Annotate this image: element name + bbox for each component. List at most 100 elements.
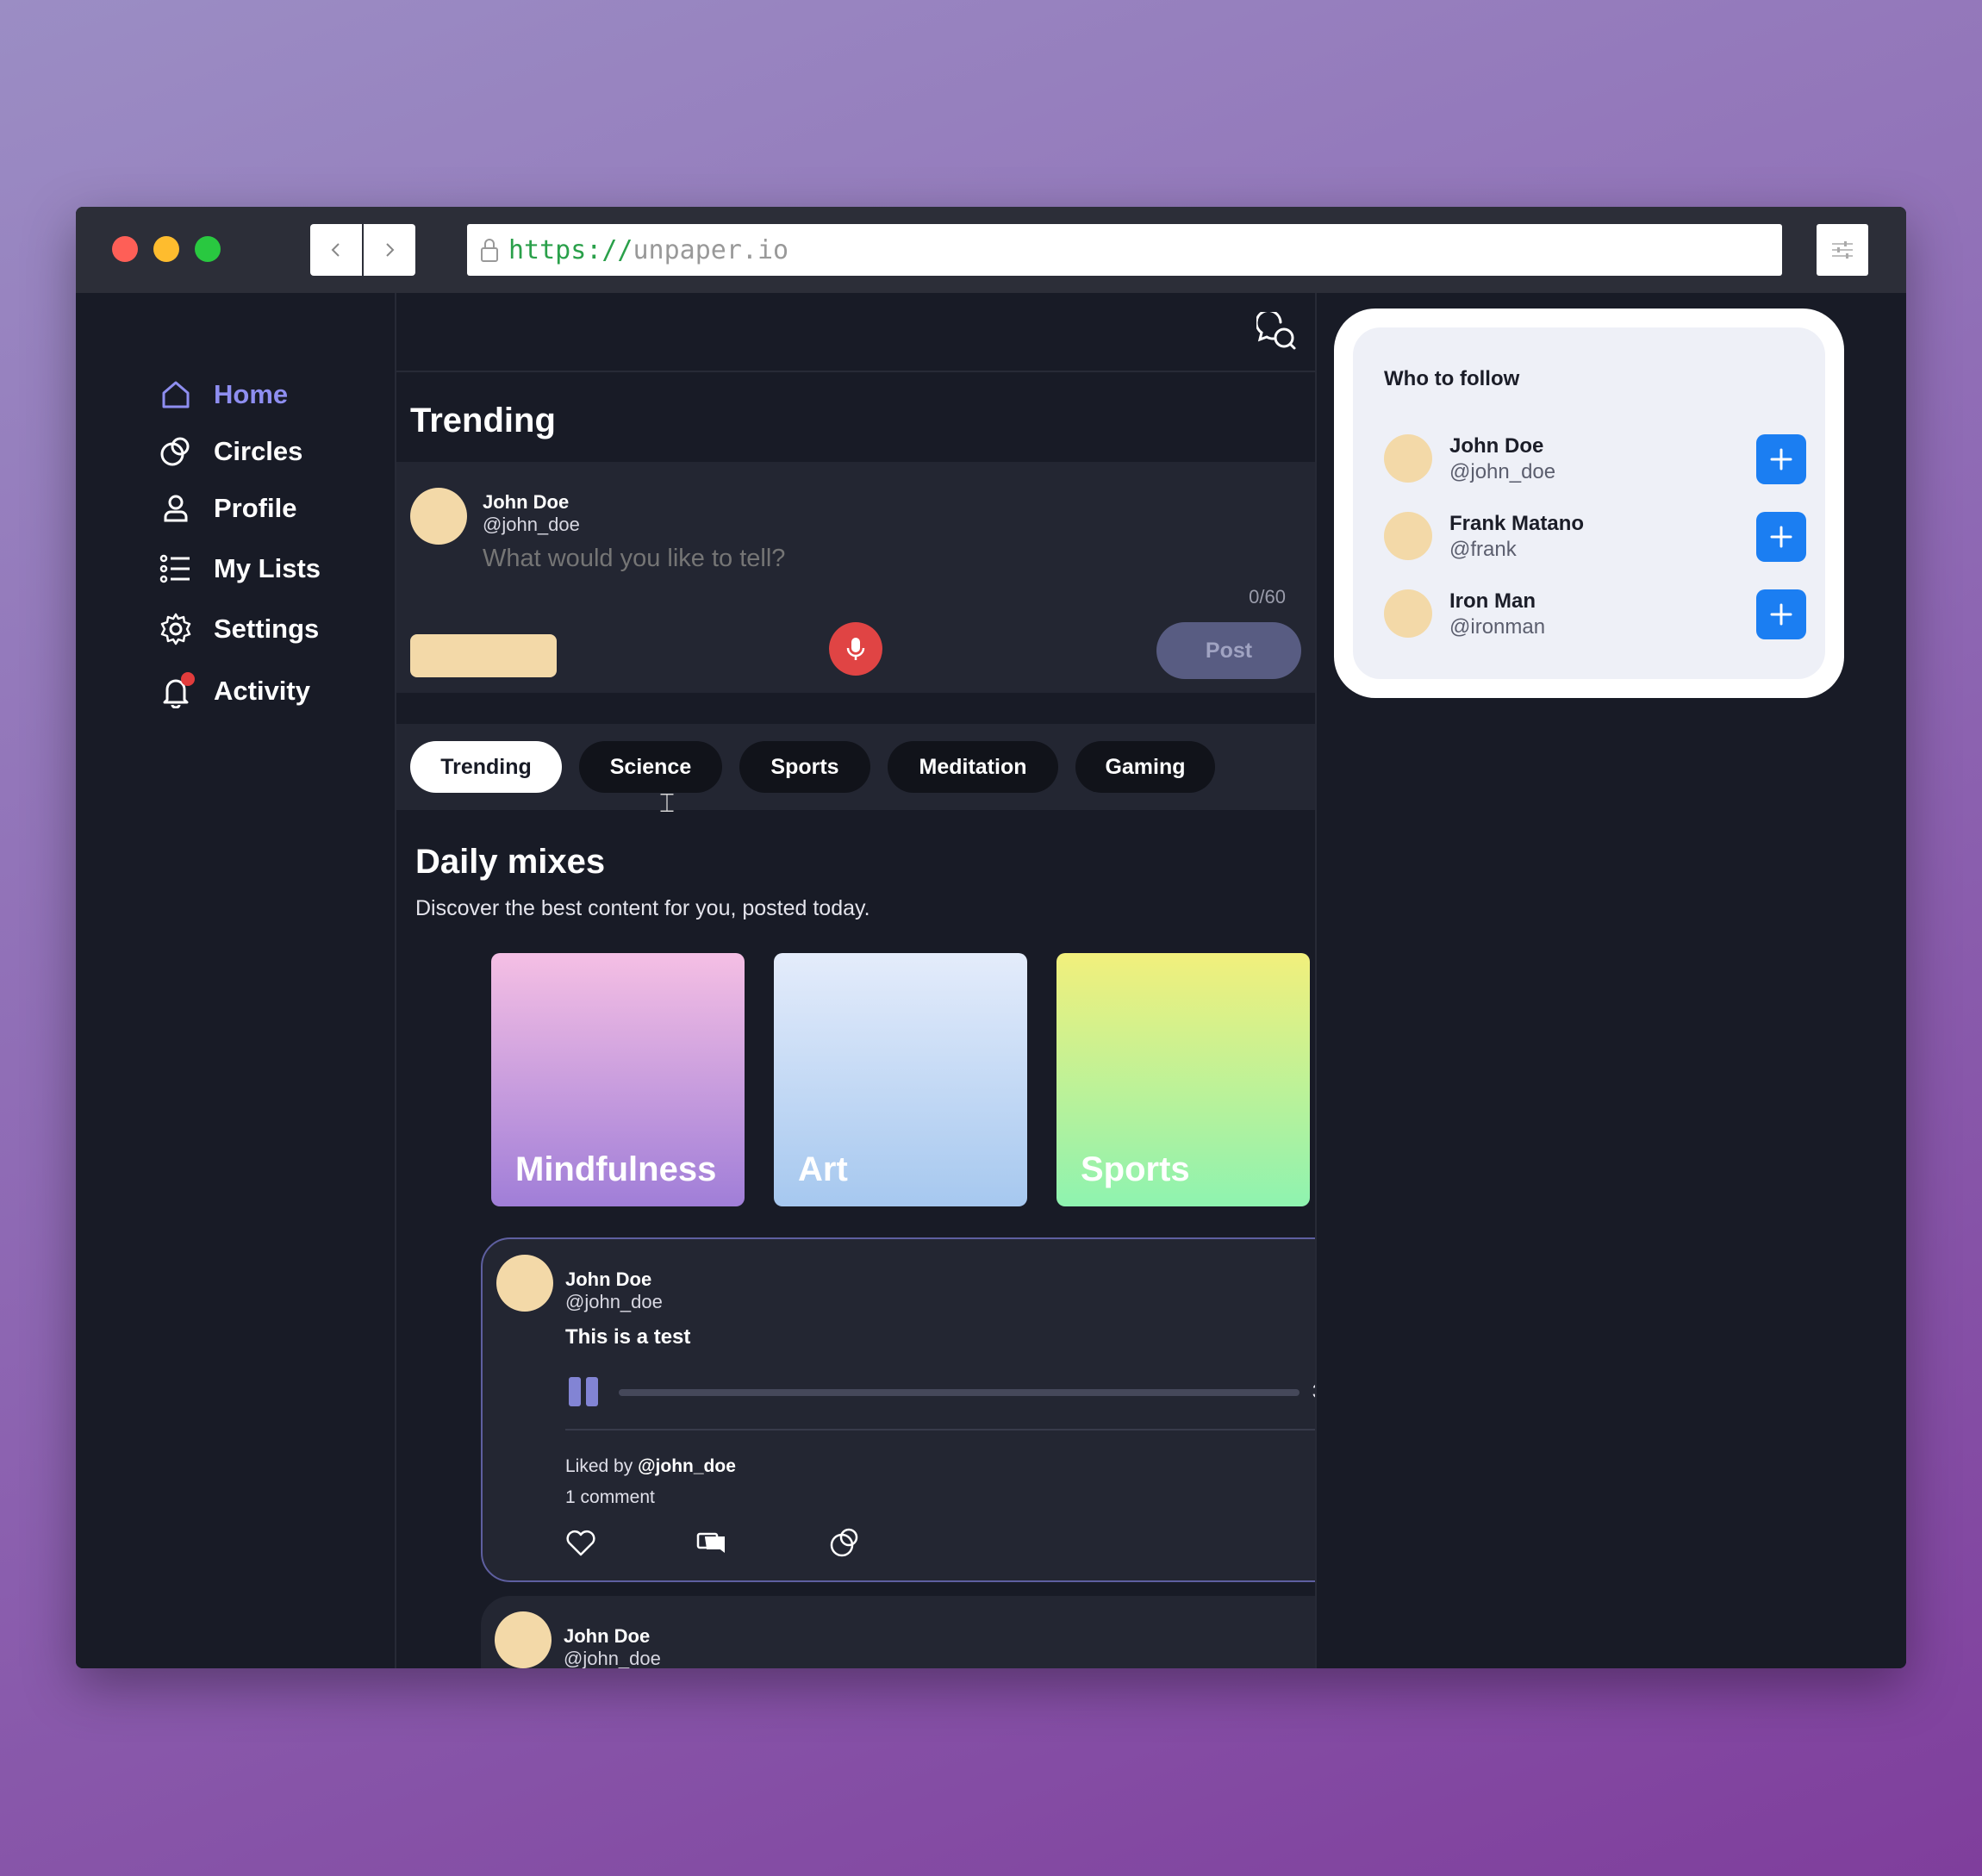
sidebar-item-label: Settings bbox=[214, 614, 320, 644]
sidebar: Home Circles Profile My Lists Settings A… bbox=[76, 293, 395, 1668]
sidebar-item-label: Profile bbox=[214, 493, 297, 523]
plus-icon bbox=[1770, 526, 1792, 548]
who-to-follow-panel: Who to follow John Doe @john_doe Frank M… bbox=[1334, 309, 1844, 698]
post-composer: John Doe @john_doe 0/60 Post bbox=[396, 462, 1317, 693]
suggestion-name[interactable]: Frank Matano bbox=[1449, 512, 1584, 536]
tab-meditation[interactable]: Meditation bbox=[888, 741, 1058, 793]
composer-user-name: John Doe bbox=[483, 491, 570, 513]
follow-suggestion: Frank Matano @frank bbox=[1384, 510, 1806, 562]
tab-gaming[interactable]: Gaming bbox=[1075, 741, 1215, 793]
mix-card-label: Art bbox=[798, 1150, 848, 1188]
url-scheme: https:// bbox=[508, 234, 633, 265]
close-window-button[interactable] bbox=[112, 236, 138, 262]
post-divider bbox=[565, 1429, 1337, 1430]
text-cursor-icon: ⌶ bbox=[659, 789, 675, 818]
feed-topbar bbox=[396, 293, 1317, 372]
heart-icon[interactable] bbox=[564, 1525, 598, 1560]
browser-menu-button[interactable] bbox=[1817, 224, 1868, 276]
microphone-icon bbox=[846, 638, 865, 660]
sidebar-item-label: Activity bbox=[214, 676, 310, 706]
suggestion-handle: @john_doe bbox=[1449, 460, 1556, 483]
suggestion-name[interactable]: John Doe bbox=[1449, 434, 1543, 458]
sidebar-item-activity[interactable]: Activity bbox=[157, 672, 310, 710]
sidebar-item-label: Circles bbox=[214, 436, 303, 466]
mix-card-label: Sports bbox=[1081, 1150, 1190, 1188]
sidebar-item-settings[interactable]: Settings bbox=[157, 610, 319, 648]
avatar bbox=[496, 1255, 553, 1312]
post-user-name: John Doe bbox=[564, 1625, 651, 1647]
sidebar-item-home[interactable]: Home bbox=[157, 376, 288, 414]
sidebar-item-profile[interactable]: Profile bbox=[157, 489, 296, 527]
avatar bbox=[495, 1611, 552, 1668]
page-title: Trending bbox=[410, 402, 556, 439]
who-to-follow-card: Who to follow John Doe @john_doe Frank M… bbox=[1353, 327, 1825, 679]
post-user-name: John Doe bbox=[565, 1268, 652, 1290]
browser-toolbar: https://unpaper.io bbox=[76, 207, 1906, 293]
chevron-right-icon bbox=[386, 243, 395, 257]
list-icon bbox=[157, 550, 195, 588]
maximize-window-button[interactable] bbox=[195, 236, 221, 262]
liked-by-user[interactable]: @john_doe bbox=[638, 1456, 736, 1476]
sidebar-item-my-lists[interactable]: My Lists bbox=[157, 550, 321, 588]
avatar bbox=[1384, 589, 1432, 638]
pause-icon[interactable] bbox=[569, 1377, 598, 1406]
browser-window: https://unpaper.io Home Circles Profile bbox=[76, 207, 1906, 1668]
attachment-chip[interactable] bbox=[410, 634, 557, 677]
sidebar-item-label: My Lists bbox=[214, 553, 321, 583]
post-card: John Doe @john_doe This is a test 3s Lik… bbox=[481, 1237, 1381, 1582]
tab-trending[interactable]: Trending bbox=[410, 741, 562, 793]
follow-button[interactable] bbox=[1756, 434, 1806, 484]
circles-share-icon[interactable] bbox=[827, 1525, 862, 1560]
user-icon bbox=[157, 489, 195, 527]
record-audio-button[interactable] bbox=[829, 622, 882, 676]
plus-icon bbox=[1770, 603, 1792, 626]
character-counter: 0/60 bbox=[1249, 586, 1286, 608]
daily-mixes-subtitle: Discover the best content for you, poste… bbox=[415, 896, 870, 920]
comment-count[interactable]: 1 comment bbox=[565, 1487, 655, 1508]
mix-card-sports[interactable]: Sports bbox=[1056, 953, 1310, 1206]
post-card: John Doe @john_doe bbox=[481, 1596, 1381, 1668]
post-user-handle: @john_doe bbox=[565, 1291, 663, 1312]
post-user-handle: @john_doe bbox=[564, 1648, 661, 1668]
gear-icon bbox=[157, 610, 195, 648]
suggestion-handle: @ironman bbox=[1449, 615, 1546, 639]
tab-sports[interactable]: Sports bbox=[739, 741, 870, 793]
sidebar-item-circles[interactable]: Circles bbox=[157, 433, 302, 471]
mix-card-label: Mindfulness bbox=[515, 1150, 717, 1188]
follow-suggestion: Iron Man @ironman bbox=[1384, 588, 1806, 639]
tab-science[interactable]: Science bbox=[579, 741, 722, 793]
plus-icon bbox=[1770, 448, 1792, 471]
sliders-icon bbox=[1832, 241, 1853, 259]
mix-card-mindfulness[interactable]: Mindfulness bbox=[491, 953, 745, 1206]
messages-icon[interactable] bbox=[1256, 312, 1298, 353]
lock-icon bbox=[479, 237, 500, 263]
composer-user-handle: @john_doe bbox=[483, 514, 580, 535]
minimize-window-button[interactable] bbox=[153, 236, 179, 262]
sidebar-item-label: Home bbox=[214, 379, 289, 409]
audio-progress-bar[interactable] bbox=[619, 1389, 1300, 1396]
avatar bbox=[410, 488, 467, 545]
bell-icon bbox=[157, 672, 195, 710]
right-column: Who to follow John Doe @john_doe Frank M… bbox=[1317, 293, 1906, 1668]
comment-icon[interactable] bbox=[695, 1525, 729, 1560]
category-tabs: Trending Science Sports Meditation Gamin… bbox=[396, 724, 1317, 810]
suggestion-name[interactable]: Iron Man bbox=[1449, 589, 1536, 614]
avatar bbox=[1384, 434, 1432, 483]
avatar bbox=[1384, 512, 1432, 560]
follow-button[interactable] bbox=[1756, 512, 1806, 562]
post-text-input[interactable] bbox=[483, 545, 1258, 573]
suggestion-handle: @frank bbox=[1449, 538, 1517, 561]
who-to-follow-title: Who to follow bbox=[1384, 367, 1520, 390]
address-bar[interactable]: https://unpaper.io bbox=[467, 224, 1782, 276]
home-icon bbox=[157, 376, 195, 414]
url-host: unpaper.io bbox=[633, 234, 789, 265]
mix-card-art[interactable]: Art bbox=[774, 953, 1027, 1206]
follow-button[interactable] bbox=[1756, 589, 1806, 639]
liked-by-text: Liked by @john_doe bbox=[565, 1456, 736, 1477]
forward-button[interactable] bbox=[364, 224, 415, 276]
back-button[interactable] bbox=[310, 224, 362, 276]
post-button[interactable]: Post bbox=[1156, 622, 1301, 679]
chevron-left-icon bbox=[331, 243, 340, 257]
liked-by-prefix: Liked by bbox=[565, 1456, 633, 1476]
notification-dot bbox=[181, 672, 195, 686]
